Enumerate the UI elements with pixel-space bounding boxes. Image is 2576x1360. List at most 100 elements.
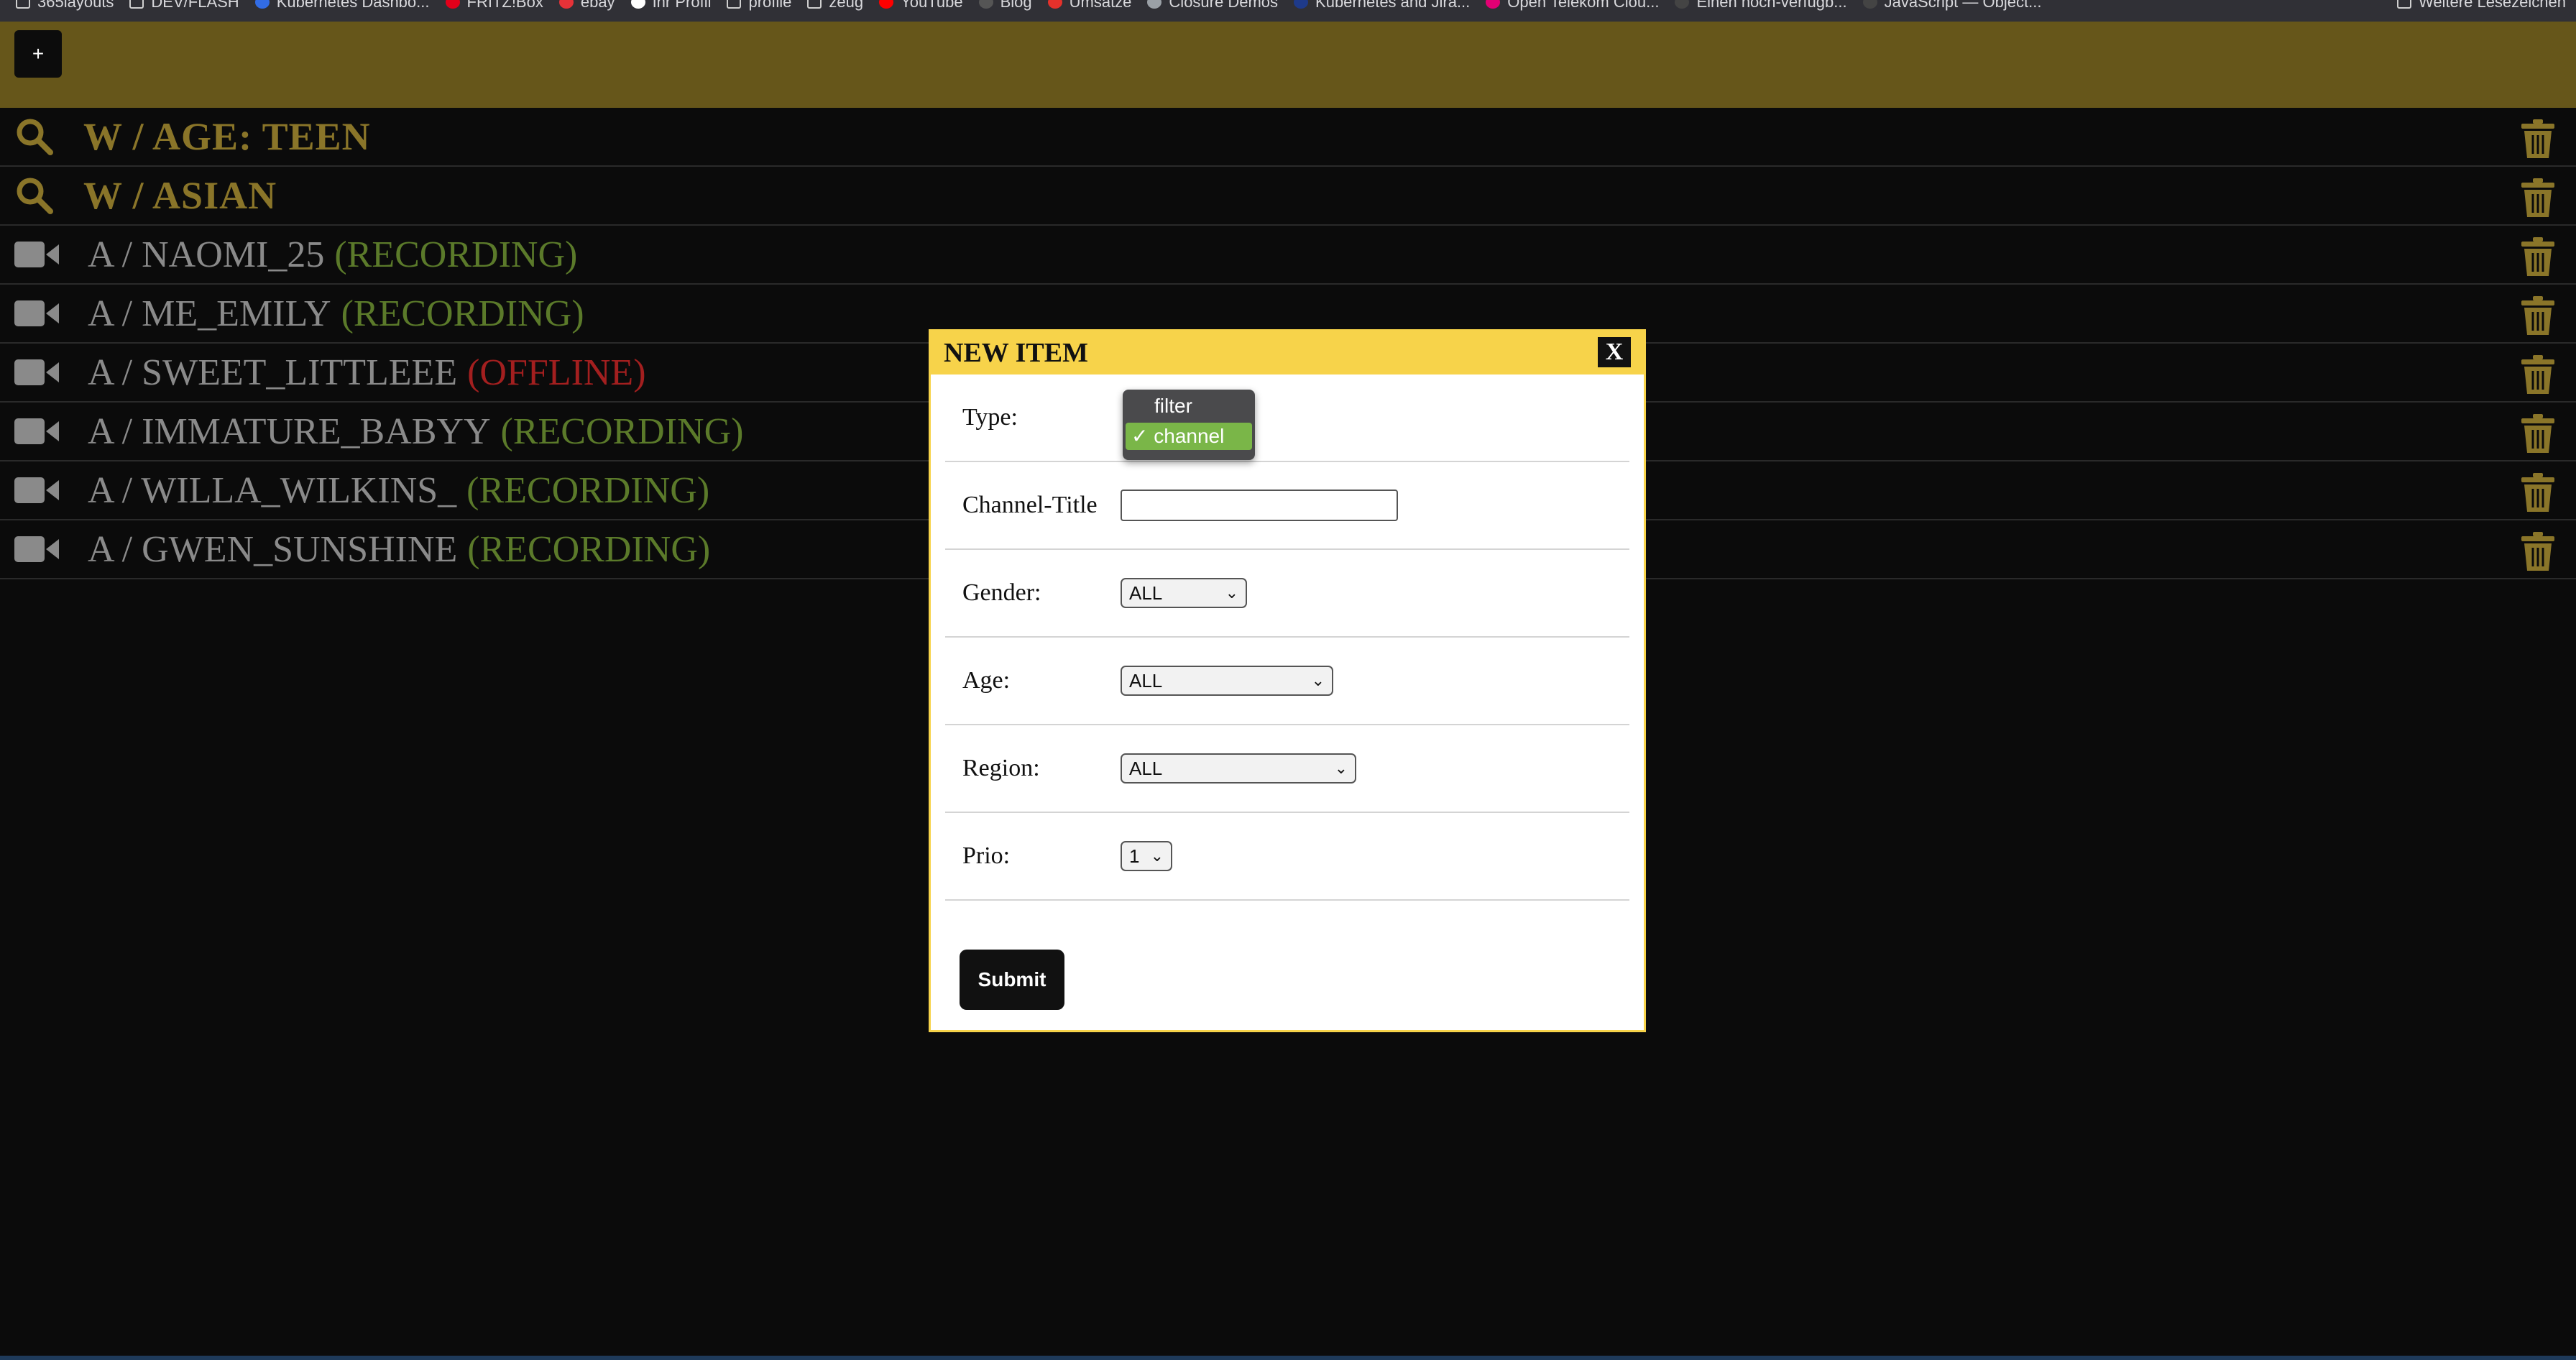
- bookmark-item[interactable]: Open Telekom Clou...: [1486, 0, 1659, 12]
- channel-label: A / WILLA_WILKINS_: [88, 469, 457, 511]
- bookmark-item[interactable]: DEV/FLASH: [129, 0, 239, 12]
- folder-icon: [807, 0, 822, 9]
- region-row: Region: ALL ⌄: [945, 725, 1629, 813]
- channel-label: A / IMMATURE_BABYY: [88, 410, 491, 452]
- modal-title: NEW ITEM: [944, 338, 1088, 368]
- more-bookmarks-label: Weitere Lesezeichen: [2418, 0, 2566, 11]
- bookmark-label: 365layouts: [37, 0, 114, 11]
- channel-title-label: Channel-Title: [962, 492, 1098, 518]
- bookmark-label: ebay: [580, 0, 615, 11]
- bookmark-label: Open Telekom Clou...: [1507, 0, 1660, 11]
- bookmarks-bar: 365layouts DEV/FLASH Kubernetes Dashbo... F…: [0, 0, 2576, 22]
- bookmark-label: Ihr Profil: [652, 0, 712, 11]
- fritzbox-icon: [445, 0, 460, 9]
- trash-icon[interactable]: [2520, 473, 2556, 513]
- trash-icon[interactable]: [2520, 119, 2556, 160]
- bookmark-item[interactable]: 365layouts: [16, 0, 114, 12]
- status-label: (RECORDING): [334, 234, 578, 275]
- globe-icon: [1147, 0, 1162, 9]
- gender-select-value: ALL: [1129, 582, 1163, 604]
- github-icon: [978, 0, 993, 9]
- bookmark-item[interactable]: ebay: [558, 0, 615, 12]
- profile-icon: [630, 0, 645, 9]
- submit-button[interactable]: Submit: [960, 950, 1064, 1010]
- bookmark-label: Kubernetes and Jira...: [1315, 0, 1471, 11]
- bookmark-label: Einen hoch-verfügb...: [1696, 0, 1847, 11]
- bookmark-label: Closure Demos: [1169, 0, 1279, 11]
- window-bottom-edge: [0, 1356, 2576, 1360]
- status-label: (RECORDING): [466, 469, 710, 511]
- video-camera-icon: [14, 299, 59, 328]
- bookmark-label: FRITZ!Box: [466, 0, 543, 11]
- filter-row[interactable]: W / AGE: TEEN: [0, 108, 2576, 167]
- region-select[interactable]: ALL ⌄: [1121, 753, 1356, 784]
- age-row: Age: ALL ⌄: [945, 638, 1629, 725]
- type-label: Type:: [962, 404, 1018, 431]
- new-item-modal: NEW ITEM X Type: Channel-Title Gender: A…: [929, 329, 1646, 1032]
- youtube-icon: [879, 0, 894, 9]
- folder-icon: [16, 0, 30, 9]
- channel-label: A / SWEET_LITTLEEE: [88, 352, 458, 393]
- trash-icon[interactable]: [2520, 532, 2556, 572]
- type-option-filter[interactable]: filter: [1126, 392, 1252, 420]
- filter-label: W / AGE: TEEN: [83, 115, 371, 158]
- kubernetes-icon: [254, 0, 270, 9]
- status-label: (RECORDING): [500, 410, 744, 452]
- age-select[interactable]: ALL ⌄: [1121, 666, 1333, 696]
- bookmark-label: Umsätze: [1069, 0, 1132, 11]
- video-camera-icon: [14, 417, 59, 446]
- prio-select-value: 1: [1129, 845, 1140, 867]
- bookmark-item[interactable]: Closure Demos: [1147, 0, 1278, 12]
- type-dropdown-menu: filter ✓ channel: [1123, 390, 1255, 460]
- bookmark-item[interactable]: JavaScript — Object...: [1862, 0, 2042, 12]
- trash-icon[interactable]: [2520, 237, 2556, 277]
- close-button[interactable]: X: [1598, 337, 1631, 367]
- gender-select[interactable]: ALL ⌄: [1121, 578, 1247, 608]
- modal-header: NEW ITEM X: [931, 331, 1644, 375]
- folder-icon: [727, 0, 742, 9]
- prio-select[interactable]: 1 ⌄: [1121, 841, 1172, 871]
- bookmark-item[interactable]: Umsätze: [1047, 0, 1132, 12]
- bookmark-label: JavaScript — Object...: [1884, 0, 2042, 11]
- bookmark-item[interactable]: profile: [727, 0, 791, 12]
- bookmark-label: Blog: [1000, 0, 1032, 11]
- bookmark-label: DEV/FLASH: [151, 0, 239, 11]
- trash-icon[interactable]: [2520, 355, 2556, 395]
- jira-icon: [1294, 0, 1309, 9]
- bookmark-label: zeug: [829, 0, 864, 11]
- add-item-button[interactable]: +: [14, 30, 62, 78]
- telekom-icon: [1486, 0, 1501, 9]
- bookmark-label: YouTube: [901, 0, 963, 11]
- bank-icon: [1047, 0, 1062, 9]
- bookmark-item[interactable]: Blog: [978, 0, 1032, 12]
- status-label: (RECORDING): [467, 528, 711, 570]
- channel-title-input[interactable]: [1121, 490, 1398, 521]
- bookmark-label: Kubernetes Dashbo...: [276, 0, 430, 11]
- trash-icon[interactable]: [2520, 178, 2556, 219]
- bookmark-item[interactable]: zeug: [807, 0, 863, 12]
- age-select-value: ALL: [1129, 670, 1163, 692]
- ebay-icon: [558, 0, 574, 9]
- chevron-down-icon: ⌄: [1225, 584, 1238, 602]
- bookmark-item[interactable]: Kubernetes and Jira...: [1294, 0, 1470, 12]
- bookmark-item[interactable]: Kubernetes Dashbo...: [254, 0, 430, 12]
- page-icon: [1862, 0, 1877, 9]
- more-bookmarks[interactable]: Weitere Lesezeichen: [2396, 0, 2566, 12]
- type-option-channel[interactable]: ✓ channel: [1126, 423, 1252, 450]
- top-toolbar: +: [0, 22, 2576, 108]
- folder-icon: [2396, 0, 2411, 9]
- filter-label: W / ASIAN: [83, 174, 277, 217]
- bookmark-item[interactable]: YouTube: [879, 0, 963, 12]
- filter-row[interactable]: W / ASIAN: [0, 167, 2576, 226]
- bookmark-item[interactable]: Ihr Profil: [630, 0, 712, 12]
- bookmark-item[interactable]: Einen hoch-verfügb...: [1675, 0, 1847, 12]
- channel-row[interactable]: A / NAOMI_25 (RECORDING): [0, 226, 2576, 285]
- channel-label: A / NAOMI_25: [88, 234, 325, 275]
- trash-icon[interactable]: [2520, 414, 2556, 454]
- region-label: Region:: [962, 755, 1040, 781]
- search-icon: [14, 175, 55, 216]
- new-item-form: Type: Channel-Title Gender: ALL ⌄ Age: A…: [945, 375, 1629, 901]
- trash-icon[interactable]: [2520, 296, 2556, 336]
- type-row: Type:: [945, 375, 1629, 462]
- bookmark-item[interactable]: FRITZ!Box: [445, 0, 543, 12]
